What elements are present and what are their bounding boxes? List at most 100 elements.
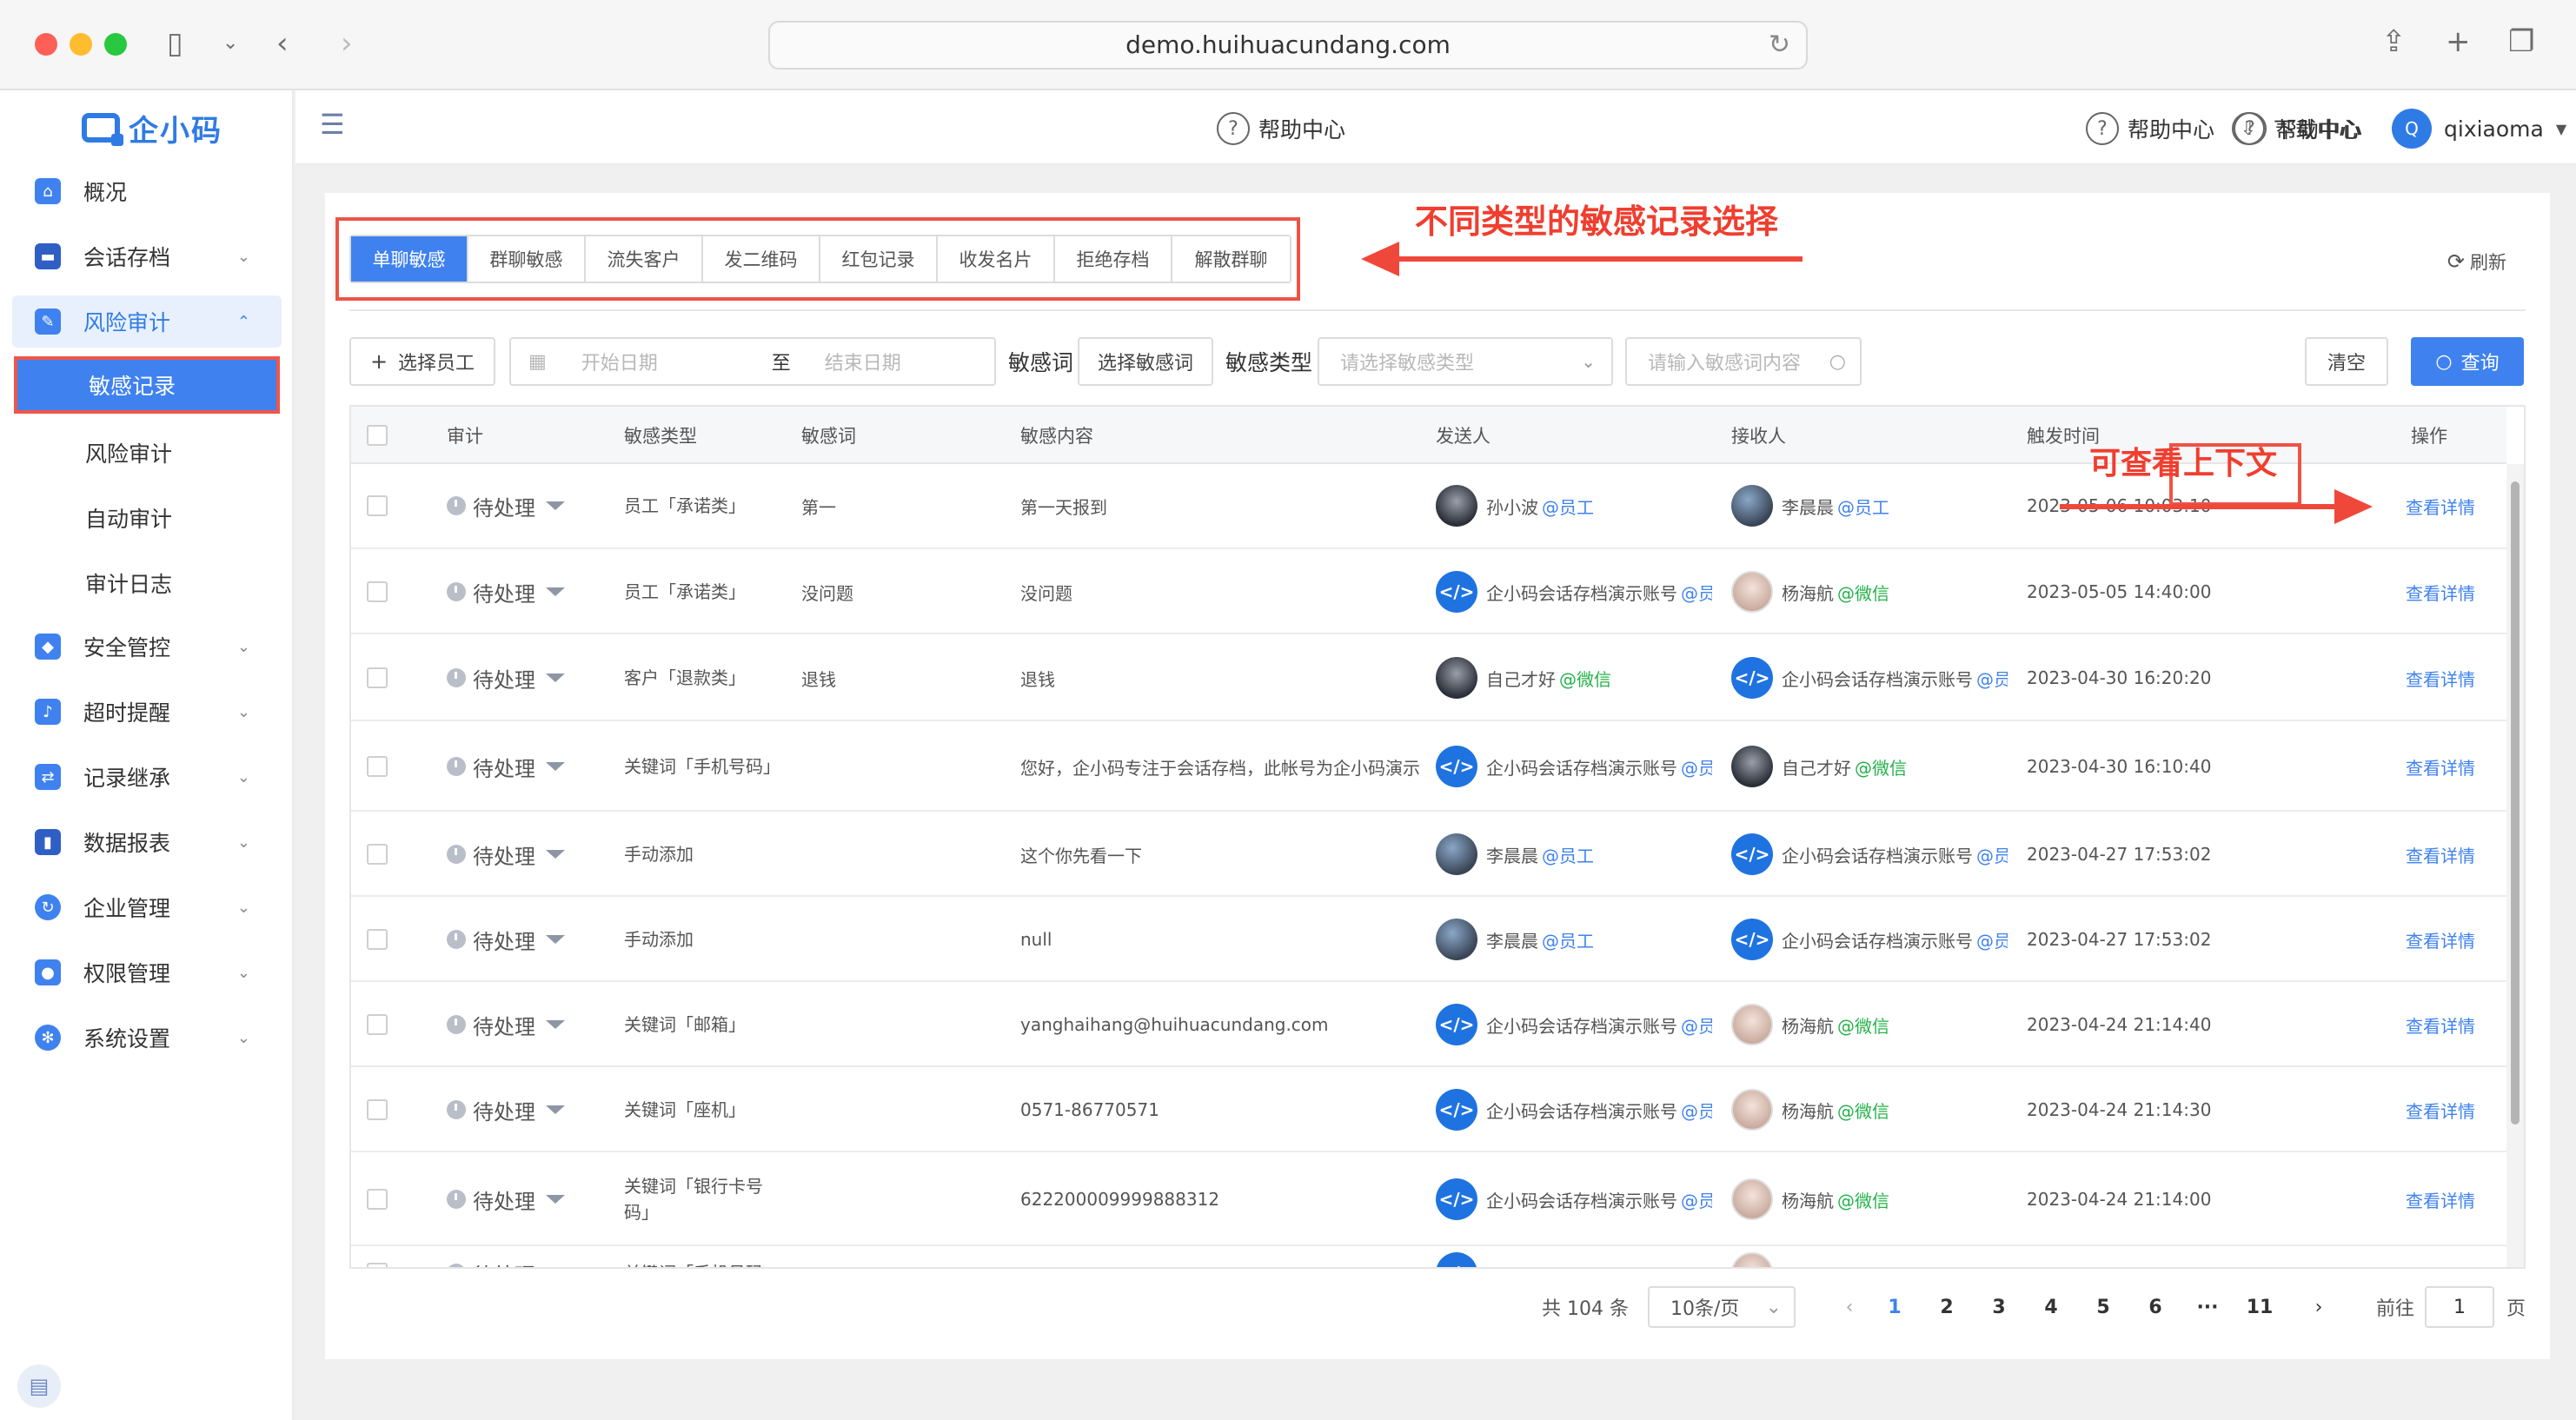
page-number-button[interactable]: 6 (2138, 1286, 2173, 1328)
view-detail-link[interactable]: 查看详情 (2406, 1098, 2475, 1123)
menu-collapse-icon[interactable]: ☰ (320, 108, 345, 141)
audit-status-dropdown[interactable]: 待处理 (447, 1010, 565, 1040)
page-number-button[interactable]: 2 (1929, 1286, 1964, 1328)
sidebar-toggle-icon[interactable]: ▯ (167, 26, 183, 61)
view-detail-link[interactable]: 查看详情 (2406, 927, 2475, 952)
audit-status-dropdown[interactable]: 待处理 (447, 491, 565, 521)
view-detail-link[interactable]: 查看详情 (2406, 1012, 2475, 1038)
row-checkbox[interactable] (367, 495, 388, 516)
checkbox[interactable] (367, 425, 388, 446)
tab-business-card[interactable]: 收发名片 (938, 236, 1055, 282)
page-number-button[interactable]: 1 (1877, 1286, 1912, 1328)
select-staff-button[interactable]: + 选择员工 (349, 337, 495, 386)
end-date-input[interactable]: 结束日期 (825, 348, 901, 375)
view-detail-link[interactable]: 查看详情 (2406, 1187, 2475, 1212)
start-date-input[interactable]: 开始日期 (581, 348, 738, 375)
page-size-select[interactable]: 10条/页 ⌄ (1648, 1286, 1796, 1328)
sidebar-subitem-auto-audit[interactable]: 自动审计 (14, 489, 280, 547)
forward-arrow-icon[interactable]: › (341, 26, 353, 61)
row-checkbox[interactable] (367, 1189, 388, 1210)
select-all-checkbox[interactable] (367, 407, 388, 464)
page-number-button[interactable]: 4 (2034, 1286, 2068, 1328)
user-transfer-icon: ⇄ (35, 764, 61, 790)
prev-page-button[interactable]: ‹ (1832, 1286, 1867, 1328)
audit-status-dropdown[interactable]: 待处理 (447, 1095, 565, 1125)
sidebar-item-overview[interactable]: ⌂ 概况 (12, 165, 282, 217)
sidebar-item-permissions[interactable]: ● 权限管理 ⌄ (12, 946, 282, 999)
row-checkbox[interactable] (367, 667, 388, 688)
audit-status-dropdown[interactable]: 待处理 (447, 663, 565, 693)
close-window-button[interactable] (35, 33, 57, 56)
sidebar-subitem-risk-audit[interactable]: 风险审计 (14, 424, 280, 481)
clear-button[interactable]: 清空 (2305, 337, 2388, 386)
chevron-down-icon[interactable]: ⌄ (222, 26, 238, 61)
audit-status-dropdown[interactable]: 待处理 (447, 577, 565, 607)
page-number-button[interactable]: 3 (1982, 1286, 2016, 1328)
tab-lost-customers[interactable]: 流失客户 (586, 236, 703, 282)
audit-status-dropdown[interactable]: 待处理 (447, 839, 565, 870)
view-detail-link[interactable]: 查看详情 (2406, 494, 2475, 519)
help-center-button[interactable]: ? 帮助中心 (2086, 109, 2214, 148)
tab-refuse-archive[interactable]: 拒绝存档 (1055, 236, 1172, 282)
row-checkbox[interactable] (367, 756, 388, 777)
download-center-button[interactable]: ⇩ 下载中心 (2232, 109, 2360, 148)
sidebar-item-record-inherit[interactable]: ⇄ 记录继承 ⌄ (12, 751, 282, 803)
tab-red-packet[interactable]: 红包记录 (820, 236, 938, 282)
sender-tag: @员工 (1542, 496, 1594, 518)
scrollbar-thumb[interactable] (2511, 481, 2520, 1125)
help-center-link[interactable]: ? 帮助中心 (1217, 109, 1345, 148)
sidebar-item-settings[interactable]: ✻ 系统设置 ⌄ (12, 1012, 282, 1064)
page-ellipsis[interactable]: ··· (2190, 1286, 2225, 1328)
row-checkbox[interactable] (367, 1099, 388, 1120)
share-icon[interactable]: ⇪ (2381, 24, 2407, 59)
reload-icon[interactable]: ↻ (1769, 23, 1790, 68)
view-detail-link[interactable]: 查看详情 (2406, 842, 2475, 867)
avatar (1731, 1089, 1773, 1131)
goto-page-input[interactable]: 1 (2425, 1286, 2494, 1328)
sidebar-item-reports[interactable]: ▮ 数据报表 ⌄ (12, 816, 282, 868)
next-page-button[interactable]: › (2301, 1286, 2336, 1328)
tab-single-chat-sensitive[interactable]: 单聊敏感 (351, 236, 468, 282)
sensitive-content-input[interactable]: 请输入敏感词内容 ○ (1625, 337, 1862, 386)
sidebar-item-risk-audit[interactable]: ✎ 风险审计 ⌃ (12, 295, 282, 348)
row-checkbox[interactable] (367, 1263, 388, 1267)
new-tab-icon[interactable]: + (2446, 24, 2471, 59)
back-arrow-icon[interactable]: ‹ (276, 26, 289, 61)
page-number-button[interactable]: 11 (2242, 1286, 2277, 1328)
minimize-window-button[interactable] (70, 33, 92, 56)
document-icon[interactable]: ▤ (17, 1364, 61, 1408)
view-detail-link[interactable]: 查看详情 (2406, 580, 2475, 605)
view-detail-link[interactable]: 查看详情 (2406, 754, 2475, 780)
audit-status-dropdown[interactable]: 待处理 (447, 925, 565, 955)
tab-send-qrcode[interactable]: 发二维码 (703, 236, 820, 282)
sensitive-type-select[interactable]: 请选择敏感类型 ⌄ (1318, 337, 1613, 386)
audit-status-dropdown[interactable]: 待处理 (447, 1258, 565, 1267)
sidebar-subitem-audit-log[interactable]: 审计日志 (14, 554, 280, 612)
maximize-window-button[interactable] (104, 33, 127, 56)
row-checkbox[interactable] (367, 581, 388, 602)
avatar (1436, 485, 1477, 527)
sidebar-subitem-sensitive-records[interactable]: 敏感记录 (14, 356, 280, 414)
date-range-picker[interactable]: ▦ 开始日期 至 结束日期 (509, 337, 996, 386)
page-number-button[interactable]: 5 (2086, 1286, 2121, 1328)
sidebar-item-security[interactable]: ◆ 安全管控 ⌄ (12, 620, 282, 673)
tab-overview-icon[interactable]: ❐ (2508, 24, 2534, 59)
row-checkbox[interactable] (367, 844, 388, 865)
select-sensitive-word-button[interactable]: 选择敏感词 (1078, 337, 1213, 386)
view-detail-link[interactable]: 查看详情 (2406, 666, 2475, 691)
sidebar-item-enterprise[interactable]: ↻ 企业管理 ⌄ (12, 881, 282, 933)
address-bar[interactable]: demo.huihuacundang.com ↻ (768, 21, 1808, 70)
audit-status-dropdown[interactable]: 待处理 (447, 1184, 565, 1215)
refresh-button[interactable]: ⟳ 刷新 (2447, 249, 2506, 275)
sidebar-item-timeout-alert[interactable]: ♪ 超时提醒 ⌄ (12, 686, 282, 738)
table-scrollbar[interactable] (2506, 464, 2524, 1267)
row-checkbox[interactable] (367, 1014, 388, 1035)
audit-status-dropdown[interactable]: 待处理 (447, 752, 565, 782)
tabs-annotation: 不同类型的敏感记录选择 (1415, 202, 1779, 241)
sidebar-item-archive[interactable]: ▬ 会话存档 ⌄ (12, 230, 282, 282)
user-menu[interactable]: Q qixiaoma ▼ (2392, 109, 2566, 149)
tab-group-chat-sensitive[interactable]: 群聊敏感 (468, 236, 586, 282)
query-button[interactable]: ○ 查询 (2411, 337, 2524, 386)
row-checkbox[interactable] (367, 929, 388, 950)
tab-dismiss-group[interactable]: 解散群聊 (1172, 236, 1290, 282)
